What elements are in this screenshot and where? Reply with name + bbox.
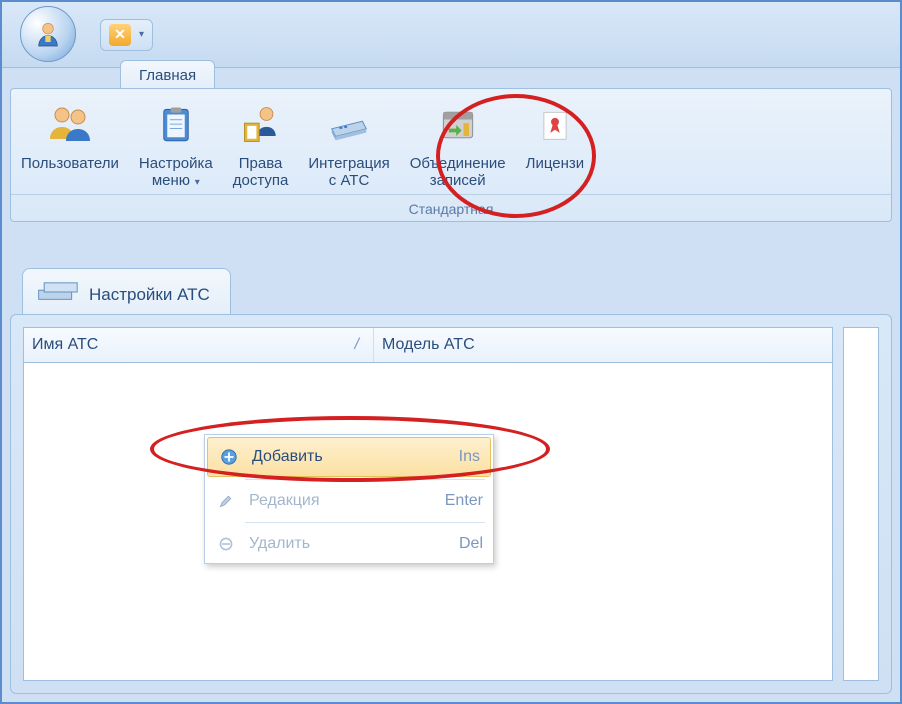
add-icon (218, 446, 240, 468)
ctx-edit-shortcut: Enter (445, 492, 483, 510)
ctx-separator (245, 522, 485, 523)
sub-tab-label: Настройки АТС (89, 285, 210, 305)
app-orb-button[interactable] (20, 6, 76, 62)
tool-integration-label: Интеграция с АТС (308, 155, 389, 190)
column-name-label: Имя АТС (32, 336, 98, 354)
tool-users-label: Пользователи (21, 155, 119, 172)
ribbon-tab-strip: Главная (120, 60, 215, 90)
context-menu: Добавить Ins Редакция Enter (204, 434, 494, 564)
ctx-separator (245, 479, 485, 480)
atc-list-panel: Имя АТС / Модель АТС Добавить Ins (23, 327, 833, 681)
detail-panel (843, 327, 879, 681)
delete-icon (215, 533, 237, 555)
pbx-device-icon (325, 101, 373, 149)
ctx-edit-label: Редакция (249, 492, 445, 510)
tool-license-label: Лицензи (526, 155, 585, 172)
tool-menu-setup[interactable]: Настройка меню ▾ (129, 97, 223, 194)
column-headers: Имя АТС / Модель АТС (24, 328, 832, 363)
tool-access-rights[interactable]: Права доступа (223, 97, 299, 194)
quick-access-toolbar: ✕ ▾ (100, 19, 153, 51)
app-window: ✕ ▾ Главная Пользователи (0, 0, 902, 704)
merge-icon (434, 101, 482, 149)
ctx-item-edit[interactable]: Редакция Enter (205, 482, 493, 520)
ribbon-group-label: Стандартная (11, 194, 891, 221)
pencil-icon (215, 490, 237, 512)
ctx-add-label: Добавить (252, 448, 459, 466)
tool-access-label: Права доступа (233, 155, 289, 190)
column-model-label: Модель АТС (382, 336, 475, 353)
column-header-name[interactable]: Имя АТС / (24, 328, 374, 362)
qat-dropdown-icon[interactable]: ▾ (139, 29, 144, 40)
user-icon (32, 18, 64, 50)
tool-users[interactable]: Пользователи (11, 97, 129, 194)
tool-menu-setup-label: Настройка меню ▾ (139, 155, 213, 190)
license-icon (531, 101, 579, 149)
qat-close-button[interactable]: ✕ (109, 24, 131, 46)
column-header-model[interactable]: Модель АТС (374, 328, 832, 362)
panel-container: Имя АТС / Модель АТС Добавить Ins (10, 314, 892, 694)
access-rights-icon (237, 101, 285, 149)
content-area: Настройки АТС Имя АТС / Модель АТС (10, 268, 892, 694)
tab-main[interactable]: Главная (120, 60, 215, 90)
ctx-del-label: Удалить (249, 535, 459, 553)
pbx-stack-icon (35, 277, 79, 312)
sort-indicator-icon: / (355, 336, 365, 354)
ctx-item-delete[interactable]: Удалить Del (205, 525, 493, 563)
title-bar: ✕ ▾ (2, 2, 900, 68)
ctx-del-shortcut: Del (459, 535, 483, 553)
tool-license[interactable]: Лицензи (516, 97, 595, 194)
close-x-icon: ✕ (114, 26, 126, 43)
sub-tab-atc-settings[interactable]: Настройки АТС (22, 268, 231, 320)
ctx-add-shortcut: Ins (459, 448, 480, 466)
users-icon (46, 101, 94, 149)
ctx-item-add[interactable]: Добавить Ins (207, 437, 491, 477)
clipboard-icon (152, 101, 200, 149)
tool-merge-records[interactable]: Объединение записей (400, 97, 516, 194)
tool-merge-label: Объединение записей (410, 155, 506, 190)
ribbon: Пользователи Настройка меню ▾ (10, 88, 892, 222)
tool-atc-integration[interactable]: Интеграция с АТС (298, 97, 399, 194)
chevron-down-icon: ▾ (192, 177, 200, 188)
